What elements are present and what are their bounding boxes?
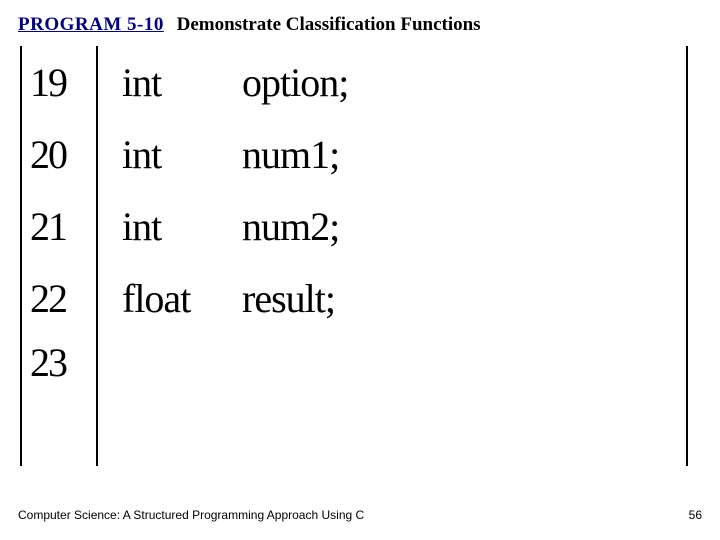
code-listing: 19 int option; 20 int num1; 21 int num2; bbox=[18, 46, 702, 406]
program-label: PROGRAM 5-10 bbox=[18, 14, 164, 35]
identifier: num2; bbox=[242, 203, 339, 250]
footer: Computer Science: A Structured Programmi… bbox=[18, 508, 702, 522]
code-line: 19 int option; bbox=[18, 46, 702, 118]
line-number: 23 bbox=[18, 339, 96, 401]
identifier: option; bbox=[242, 59, 348, 106]
line-number: 19 bbox=[18, 59, 96, 106]
rule-right bbox=[686, 46, 688, 466]
code-line: 21 int num2; bbox=[18, 190, 702, 262]
code-line: 22 float result; bbox=[18, 262, 702, 334]
keyword: int bbox=[122, 59, 242, 106]
line-number: 20 bbox=[18, 131, 96, 178]
slide-title: PROGRAM 5-10 Demonstrate Classification … bbox=[18, 14, 702, 36]
program-title: Demonstrate Classification Functions bbox=[177, 14, 481, 35]
identifier: result; bbox=[242, 275, 335, 322]
rule-gutter bbox=[96, 46, 98, 466]
footer-page: 56 bbox=[689, 508, 702, 522]
line-number: 21 bbox=[18, 203, 96, 250]
keyword: int bbox=[122, 203, 242, 250]
code-line: 20 int num1; bbox=[18, 118, 702, 190]
rule-left bbox=[20, 46, 22, 466]
keyword: int bbox=[122, 131, 242, 178]
code-line: 23 bbox=[18, 334, 702, 406]
footer-book: Computer Science: A Structured Programmi… bbox=[18, 508, 364, 522]
line-number: 22 bbox=[18, 275, 96, 322]
identifier: num1; bbox=[242, 131, 339, 178]
keyword: float bbox=[122, 275, 242, 322]
